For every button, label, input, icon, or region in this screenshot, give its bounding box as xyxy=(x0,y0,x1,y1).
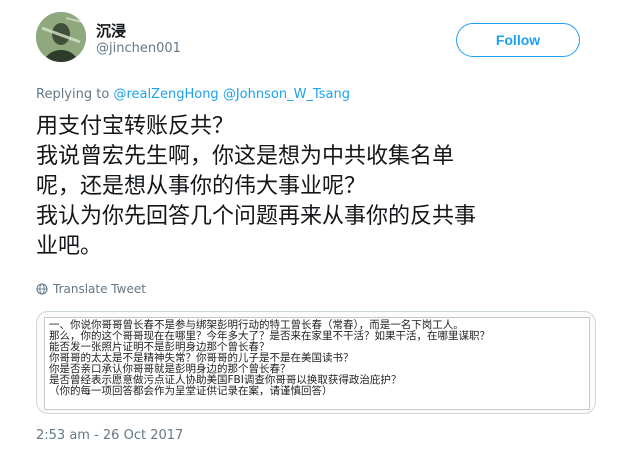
mention-link[interactable]: @Johnson_W_Tsang xyxy=(223,87,350,102)
image-text-line: （你的每一项回答都会作为呈堂证供记录在案，请谨慎回答） xyxy=(49,385,333,397)
image-text: 一、你说你哥哥曾长春不是参与绑架彭明行动的特工曾长春（常春），而是一名下岗工人。… xyxy=(49,320,490,397)
tweet-text-line: 我说曾宏先生啊，你这是想为中共收集名单 xyxy=(36,144,455,169)
attached-image-content: 一、你说你哥哥曾长春不是参与绑架彭明行动的特工曾长春（常春），而是一名下岗工人。… xyxy=(44,317,590,410)
tweet-text: 用支付宝转账反共？ 我说曾宏先生啊，你这是想为中共收集名单 呢，还是想从事你的伟… xyxy=(36,112,596,262)
tweet-text-line: 业吧。 xyxy=(36,234,103,259)
mention-link[interactable]: @realZengHong xyxy=(113,87,218,102)
globe-icon xyxy=(36,283,48,295)
translate-tweet-link[interactable]: Translate Tweet xyxy=(36,282,146,296)
replying-to: Replying to @realZengHong @Johnson_W_Tsa… xyxy=(36,87,350,102)
tweet-text-line: 用支付宝转账反共？ xyxy=(36,114,235,139)
avatar[interactable] xyxy=(36,12,86,62)
replying-to-label: Replying to xyxy=(36,87,110,102)
author-display-name[interactable]: 沉浸 xyxy=(96,20,126,41)
tweet-text-line: 呢，还是想从事你的伟大事业呢？ xyxy=(36,174,367,199)
avatar-image xyxy=(36,12,86,62)
tweet-text-line: 我认为你先回答几个问题再来从事你的反共事 xyxy=(36,204,477,229)
author-handle[interactable]: @jinchen001 xyxy=(96,41,181,56)
tweet-timestamp[interactable]: 2:53 am - 26 Oct 2017 xyxy=(36,428,183,443)
follow-button[interactable]: Follow xyxy=(456,23,580,57)
translate-tweet-label: Translate Tweet xyxy=(53,282,146,296)
attached-image[interactable]: 一、你说你哥哥曾长春不是参与绑架彭明行动的特工曾长春（常春），而是一名下岗工人。… xyxy=(36,311,596,414)
